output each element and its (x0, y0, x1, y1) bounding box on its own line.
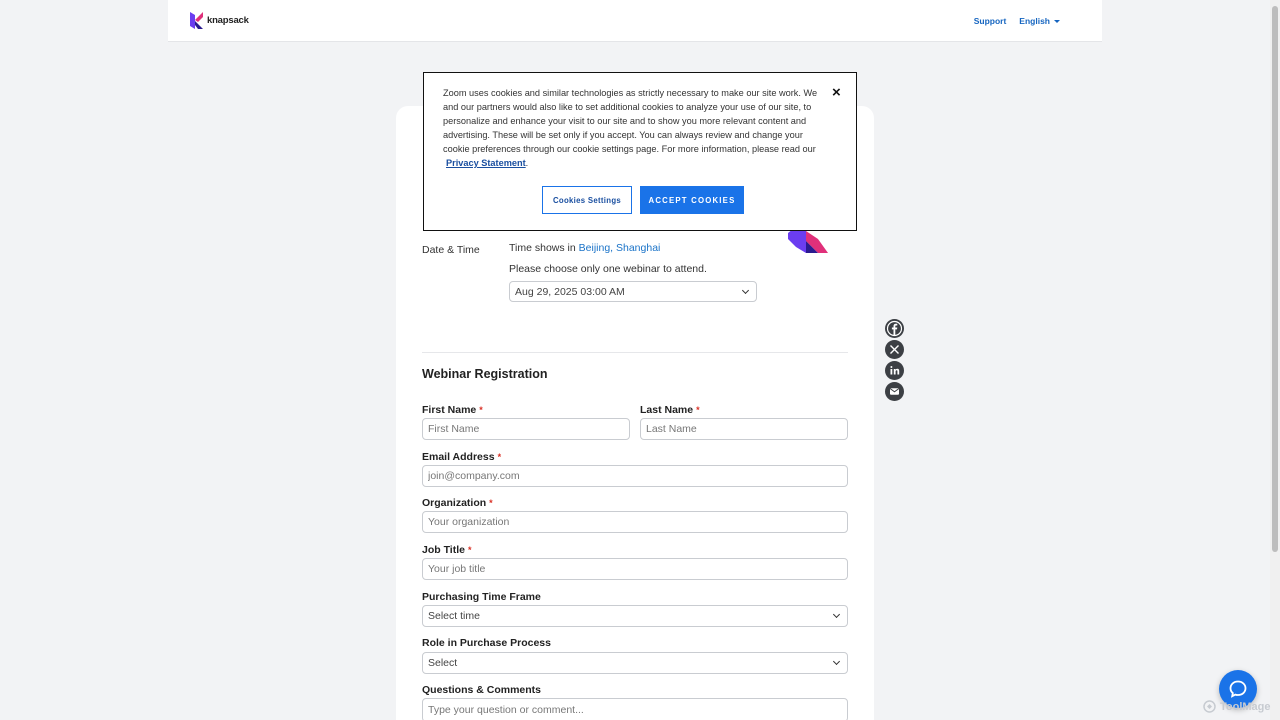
chevron-down-icon (832, 610, 841, 619)
close-icon[interactable]: × (832, 84, 841, 101)
last-name-input[interactable] (640, 418, 848, 440)
privacy-statement-link[interactable]: Privacy Statement (446, 158, 526, 168)
purchasing-time-frame-label: Purchasing Time Frame (422, 591, 541, 603)
section-divider (422, 352, 848, 353)
cookie-message-text: Zoom uses cookies and similar technologi… (443, 88, 818, 154)
x-icon[interactable] (885, 340, 904, 359)
caret-down-icon (1054, 20, 1060, 24)
watermark-logo-icon (1203, 700, 1216, 713)
page-scrollbar[interactable] (1270, 0, 1280, 720)
language-label: English (1019, 16, 1050, 26)
timezone-line: Time shows in Beijing, Shanghai (509, 242, 660, 254)
job-title-label-text: Job Title (422, 544, 465, 556)
required-asterisk: * (696, 405, 700, 415)
linkedin-icon[interactable] (885, 361, 904, 380)
organization-label: Organization * (422, 497, 493, 509)
language-dropdown[interactable]: English (1019, 16, 1060, 26)
first-name-label-text: First Name (422, 404, 477, 416)
cookie-consent-dialog: Zoom uses cookies and similar technologi… (423, 72, 857, 231)
first-name-label: First Name * (422, 404, 483, 416)
scrollbar-thumb[interactable] (1272, 6, 1278, 552)
job-title-label: Job Title * (422, 544, 472, 556)
role-in-purchase-value: Select (428, 657, 458, 669)
required-asterisk: * (497, 452, 502, 462)
webinar-note: Please choose only one webinar to attend… (509, 263, 707, 275)
webinar-date-value: Aug 29, 2025 03:00 AM (515, 286, 625, 298)
role-in-purchase-label: Role in Purchase Process (422, 637, 551, 649)
chevron-down-icon (741, 286, 750, 295)
date-time-label: Date & Time (422, 244, 480, 256)
organization-input[interactable] (422, 511, 848, 533)
cookies-settings-button[interactable]: Cookies Settings (542, 186, 632, 214)
accept-cookies-button[interactable]: ACCEPT COOKIES (640, 186, 744, 214)
questions-textarea[interactable] (422, 698, 848, 720)
job-title-input[interactable] (422, 558, 848, 580)
email-label-text: Email Address (422, 451, 495, 463)
knapsack-logo[interactable]: knapsack (190, 12, 249, 29)
logo-text: knapsack (207, 15, 249, 26)
time-shows-prefix: Time shows in (509, 242, 576, 254)
role-in-purchase-select[interactable]: Select (422, 652, 848, 674)
chevron-down-icon (832, 657, 841, 666)
purchasing-time-frame-value: Select time (428, 610, 480, 622)
first-name-input[interactable] (422, 418, 630, 440)
email-input[interactable] (422, 465, 848, 487)
organization-label-text: Organization (422, 497, 487, 509)
last-name-label-text: Last Name (640, 404, 694, 416)
chat-bubble-icon (1229, 680, 1247, 698)
cookie-message: Zoom uses cookies and similar technologi… (443, 88, 818, 168)
watermark: ToolMage (1203, 700, 1271, 713)
purchasing-time-frame-select[interactable]: Select time (422, 605, 848, 627)
required-asterisk: * (479, 405, 483, 415)
email-label: Email Address * (422, 451, 501, 463)
webinar-date-select[interactable]: Aug 29, 2025 03:00 AM (509, 281, 757, 302)
timezone-link[interactable]: Beijing, Shanghai (579, 242, 661, 254)
required-asterisk: * (467, 545, 472, 555)
watermark-text: ToolMage (1220, 700, 1271, 713)
top-header: knapsack Support English (168, 0, 1102, 42)
support-link[interactable]: Support (974, 16, 1007, 26)
last-name-label: Last Name * (640, 404, 700, 416)
facebook-icon[interactable] (885, 319, 904, 338)
email-icon[interactable] (885, 382, 904, 401)
required-asterisk: * (489, 498, 493, 508)
webinar-registration-title: Webinar Registration (422, 367, 548, 381)
knapsack-logo-icon (190, 12, 203, 29)
questions-label: Questions & Comments (422, 684, 542, 696)
